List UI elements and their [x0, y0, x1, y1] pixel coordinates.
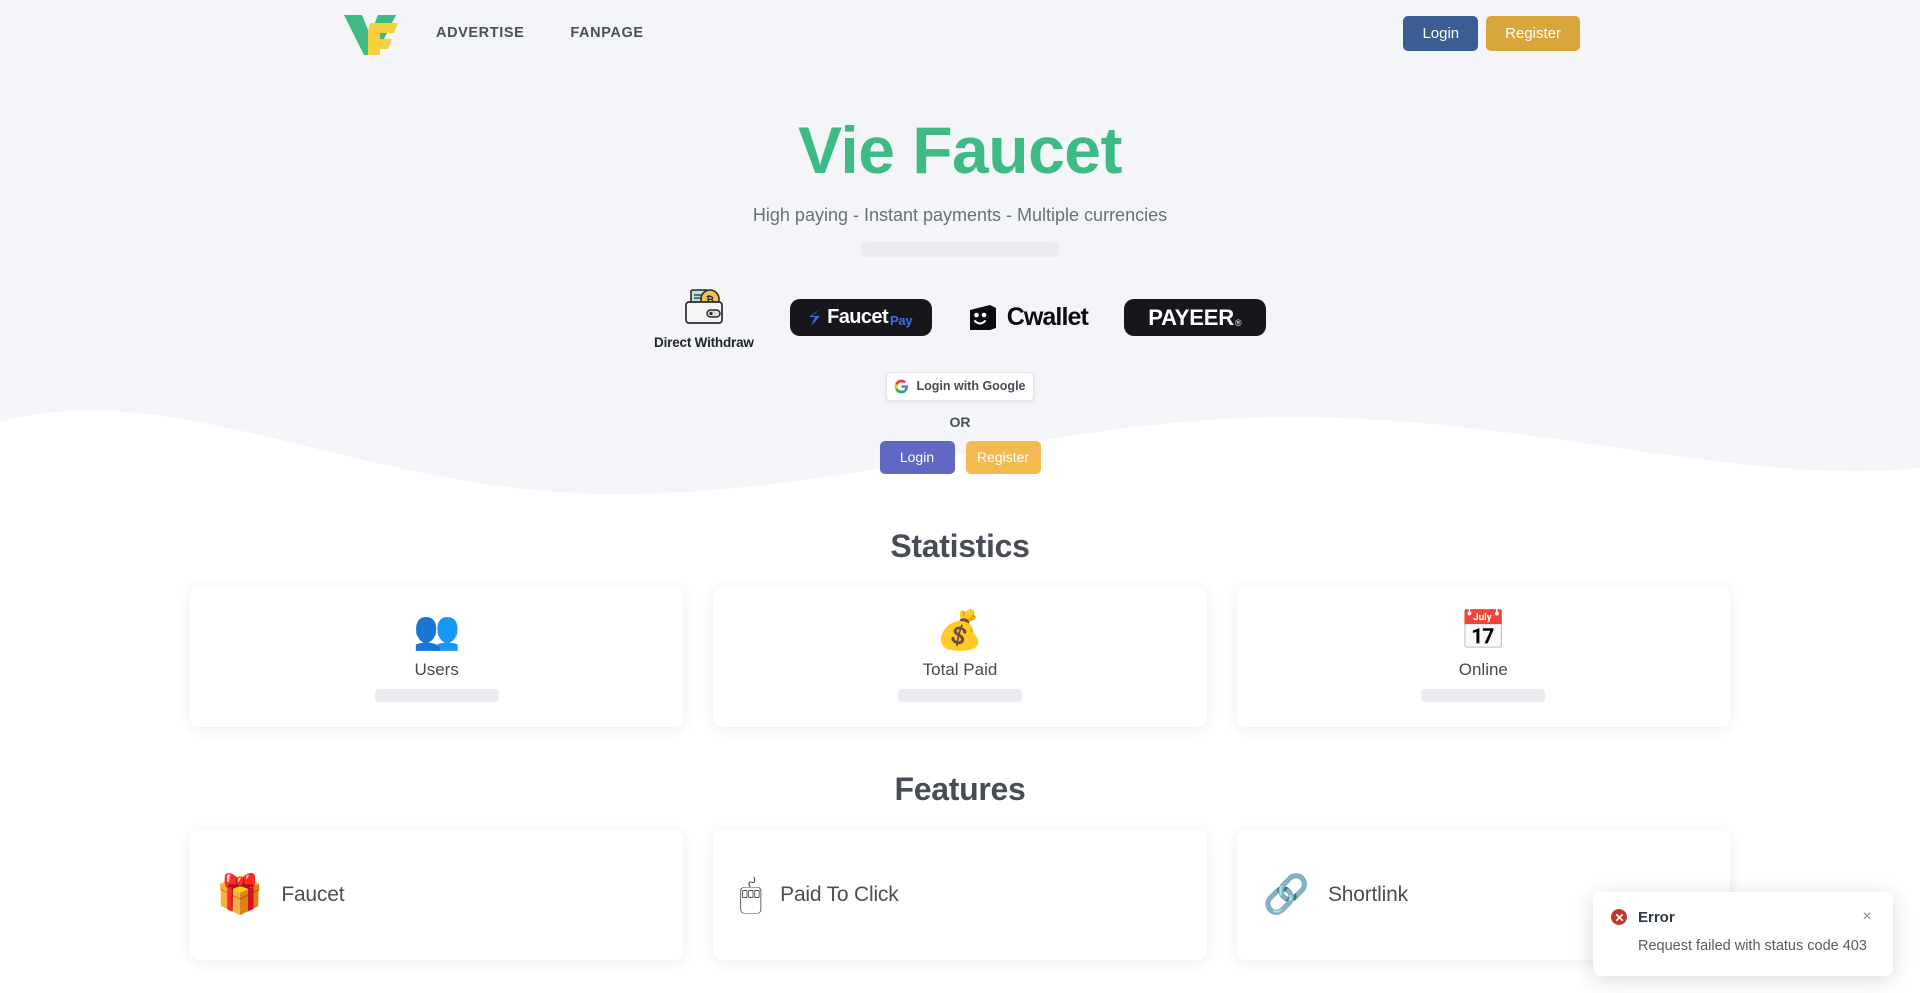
payment-direct-withdraw[interactable]: ₿ Direct Withdraw — [654, 286, 754, 350]
feature-label-paid-to-click: Paid To Click — [780, 883, 899, 906]
error-toast: Error × Request failed with status code … — [1593, 891, 1893, 976]
cwallet-face-icon — [968, 304, 998, 331]
statistics-section: Statistics 👥 Users 💰 Total Paid 📅 Online — [0, 528, 1920, 727]
hero-section: ADVERTISE FANPAGE Login Register Vie Fau… — [0, 0, 1920, 510]
stat-card-online: 📅 Online — [1236, 587, 1730, 727]
hero-subtitle: High paying - Instant payments - Multipl… — [752, 204, 1168, 225]
or-divider-label: OR — [949, 413, 971, 430]
nav-links: ADVERTISE FANPAGE — [436, 25, 644, 41]
navbar-right: Login Register — [1403, 15, 1580, 51]
hero-content: Vie Faucet High paying - Instant payment… — [0, 66, 1920, 474]
calendar-check-icon: 📅 — [1459, 610, 1507, 652]
hero-auth-buttons: Login Register — [0, 440, 1920, 474]
error-toast-header: Error × — [1611, 909, 1875, 926]
gift-icon: 🎁 — [216, 874, 264, 916]
payeer-registered-mark: ® — [1234, 317, 1242, 328]
statistics-cards-row: 👥 Users 💰 Total Paid 📅 Online — [190, 587, 1730, 727]
feature-card-faucet[interactable]: 🎁 Faucet — [190, 830, 684, 960]
stat-label-total-paid: Total Paid — [922, 660, 998, 679]
nav-link-fanpage[interactable]: FANPAGE — [570, 25, 643, 41]
stat-label-online: Online — [1458, 660, 1508, 679]
error-toast-title: Error — [1638, 908, 1675, 926]
nav-register-button[interactable]: Register — [1486, 15, 1580, 51]
faucetpay-suffix: Pay — [890, 313, 913, 329]
error-toast-message: Request failed with status code 403 — [1638, 937, 1867, 954]
payment-methods-row: ₿ Direct Withdraw Faucet Pay Cwallet PAY… — [0, 286, 1920, 350]
google-login-label: Login with Google — [916, 379, 1026, 394]
faucetpay-label: Faucet — [827, 306, 889, 329]
hero-register-button[interactable]: Register — [965, 440, 1041, 474]
navbar: ADVERTISE FANPAGE Login Register — [0, 0, 1920, 66]
features-cards-row: 🎁 Faucet 🖱 Paid To Click 🔗 Shortlink — [190, 830, 1730, 960]
features-title: Features — [894, 771, 1026, 807]
feature-label-shortlink: Shortlink — [1327, 883, 1408, 906]
stat-value-users-placeholder — [374, 689, 499, 702]
payment-faucetpay[interactable]: Faucet Pay — [789, 299, 932, 337]
link-icon: 🔗 — [1262, 874, 1310, 916]
payeer-label: PAYEER — [1148, 304, 1234, 330]
stat-label-users: Users — [414, 660, 459, 679]
google-icon — [894, 379, 909, 394]
wallet-icon: ₿ — [681, 286, 727, 333]
feature-card-paid-to-click[interactable]: 🖱 Paid To Click — [713, 830, 1207, 960]
payment-cwallet[interactable]: Cwallet — [968, 299, 1089, 336]
ad-click-icon: 🖱 — [739, 874, 763, 916]
statistics-title: Statistics — [890, 528, 1030, 564]
faucetpay-drop-icon — [809, 309, 827, 327]
stat-card-total-paid: 💰 Total Paid — [713, 587, 1207, 727]
hero-loading-placeholder — [861, 241, 1059, 257]
stat-value-total-paid-placeholder — [897, 689, 1022, 702]
stat-value-online-placeholder — [1421, 689, 1546, 702]
google-login-button[interactable]: Login with Google — [886, 371, 1034, 401]
money-bag-icon: 💰 — [936, 610, 984, 652]
navbar-left: ADVERTISE FANPAGE — [340, 9, 644, 57]
feature-label-faucet: Faucet — [281, 883, 345, 906]
error-circle-icon — [1611, 909, 1627, 926]
site-logo[interactable] — [340, 9, 402, 57]
hero-login-button[interactable]: Login — [879, 440, 955, 474]
cwallet-label: Cwallet — [1006, 303, 1089, 332]
stat-card-users: 👥 Users — [190, 587, 684, 727]
page-title: Vie Faucet — [798, 113, 1122, 187]
close-icon[interactable]: × — [1859, 909, 1875, 925]
users-icon: 👥 — [413, 610, 461, 652]
payment-payeer[interactable]: PAYEER ® — [1123, 299, 1266, 337]
nav-link-advertise[interactable]: ADVERTISE — [436, 25, 524, 41]
direct-withdraw-label: Direct Withdraw — [654, 334, 754, 350]
nav-login-button[interactable]: Login — [1403, 15, 1479, 51]
